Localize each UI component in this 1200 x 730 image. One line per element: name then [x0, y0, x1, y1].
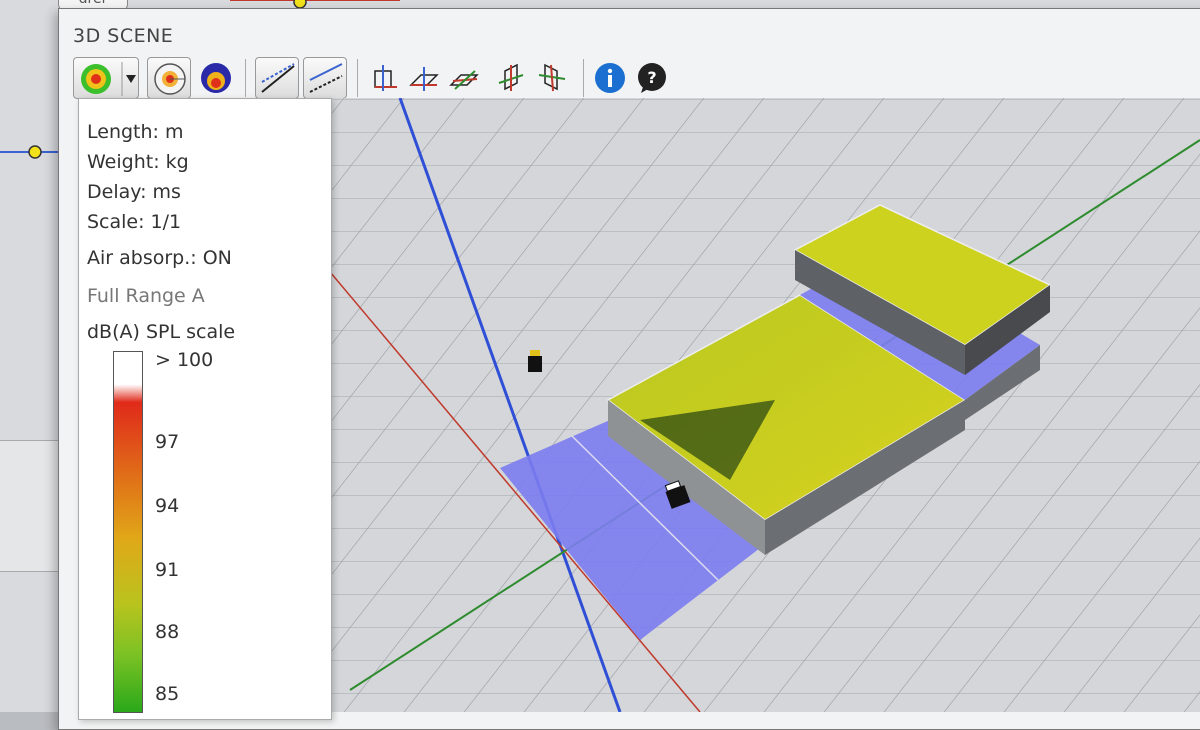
- toolbar-separator: [583, 59, 584, 97]
- spl-contour-icon: [154, 63, 186, 95]
- spl-color-scale-bar: [113, 351, 143, 713]
- view-right-icon: [538, 63, 566, 92]
- spl-scale-title: dB(A) SPL scale: [87, 321, 236, 343]
- chevron-down-icon: [126, 75, 136, 83]
- view-front-button[interactable]: [367, 61, 401, 95]
- ray-view-button[interactable]: [255, 57, 299, 99]
- toolbar-separator: [245, 59, 246, 97]
- ray-line-alt-icon: [309, 63, 343, 93]
- view-side-button[interactable]: [447, 61, 481, 95]
- speaker-small-icon[interactable]: [528, 350, 542, 372]
- view-top-icon: [409, 67, 439, 91]
- spl-mapping-dropdown-button[interactable]: [73, 57, 139, 99]
- length-unit-label: Length: m: [87, 121, 184, 143]
- help-icon: ?: [638, 63, 666, 93]
- timeline-marker-top-icon: [293, 0, 307, 9]
- spl-scale-tick: 97: [155, 431, 180, 453]
- 3d-scene-canvas: [300, 98, 1200, 712]
- spl-ball-icon: [201, 63, 231, 93]
- spl-contour-button[interactable]: [147, 57, 191, 99]
- svg-text:?: ?: [647, 68, 656, 87]
- info-icon: [595, 63, 625, 93]
- delay-unit-label: Delay: ms: [87, 181, 181, 203]
- view-right-button[interactable]: [535, 61, 569, 95]
- view-front-icon: [374, 65, 397, 91]
- spl-scale-tick: 88: [155, 621, 180, 643]
- timeline-marker-icon: [28, 145, 42, 159]
- 3d-viewport[interactable]: [300, 98, 1200, 712]
- scene-title: 3D SCENE: [73, 25, 174, 47]
- view-left-icon: [498, 63, 524, 91]
- info-panel: Length: m Weight: kg Delay: ms Scale: 1/…: [78, 98, 332, 720]
- toolbar-separator: [357, 59, 358, 97]
- ray-view-alt-button[interactable]: [303, 57, 347, 99]
- view-top-button[interactable]: [407, 61, 441, 95]
- spl-scale-tick: 91: [155, 559, 180, 581]
- weight-unit-label: Weight: kg: [87, 151, 189, 173]
- frequency-range-label: Full Range A: [87, 285, 205, 307]
- info-button[interactable]: [593, 61, 627, 95]
- view-side-icon: [449, 70, 479, 90]
- spl-ball-button[interactable]: [199, 61, 233, 95]
- spl-map-icon: [81, 62, 136, 96]
- spl-scale-tick: 94: [155, 495, 180, 517]
- scale-label: Scale: 1/1: [87, 211, 182, 233]
- air-absorption-label: Air absorp.: ON: [87, 247, 232, 269]
- spl-scale-top-label: > 100: [155, 349, 214, 371]
- ray-line-icon: [261, 63, 295, 93]
- spl-scale-tick: 85: [155, 683, 180, 705]
- help-button[interactable]: ?: [635, 61, 669, 95]
- view-left-button[interactable]: [495, 61, 529, 95]
